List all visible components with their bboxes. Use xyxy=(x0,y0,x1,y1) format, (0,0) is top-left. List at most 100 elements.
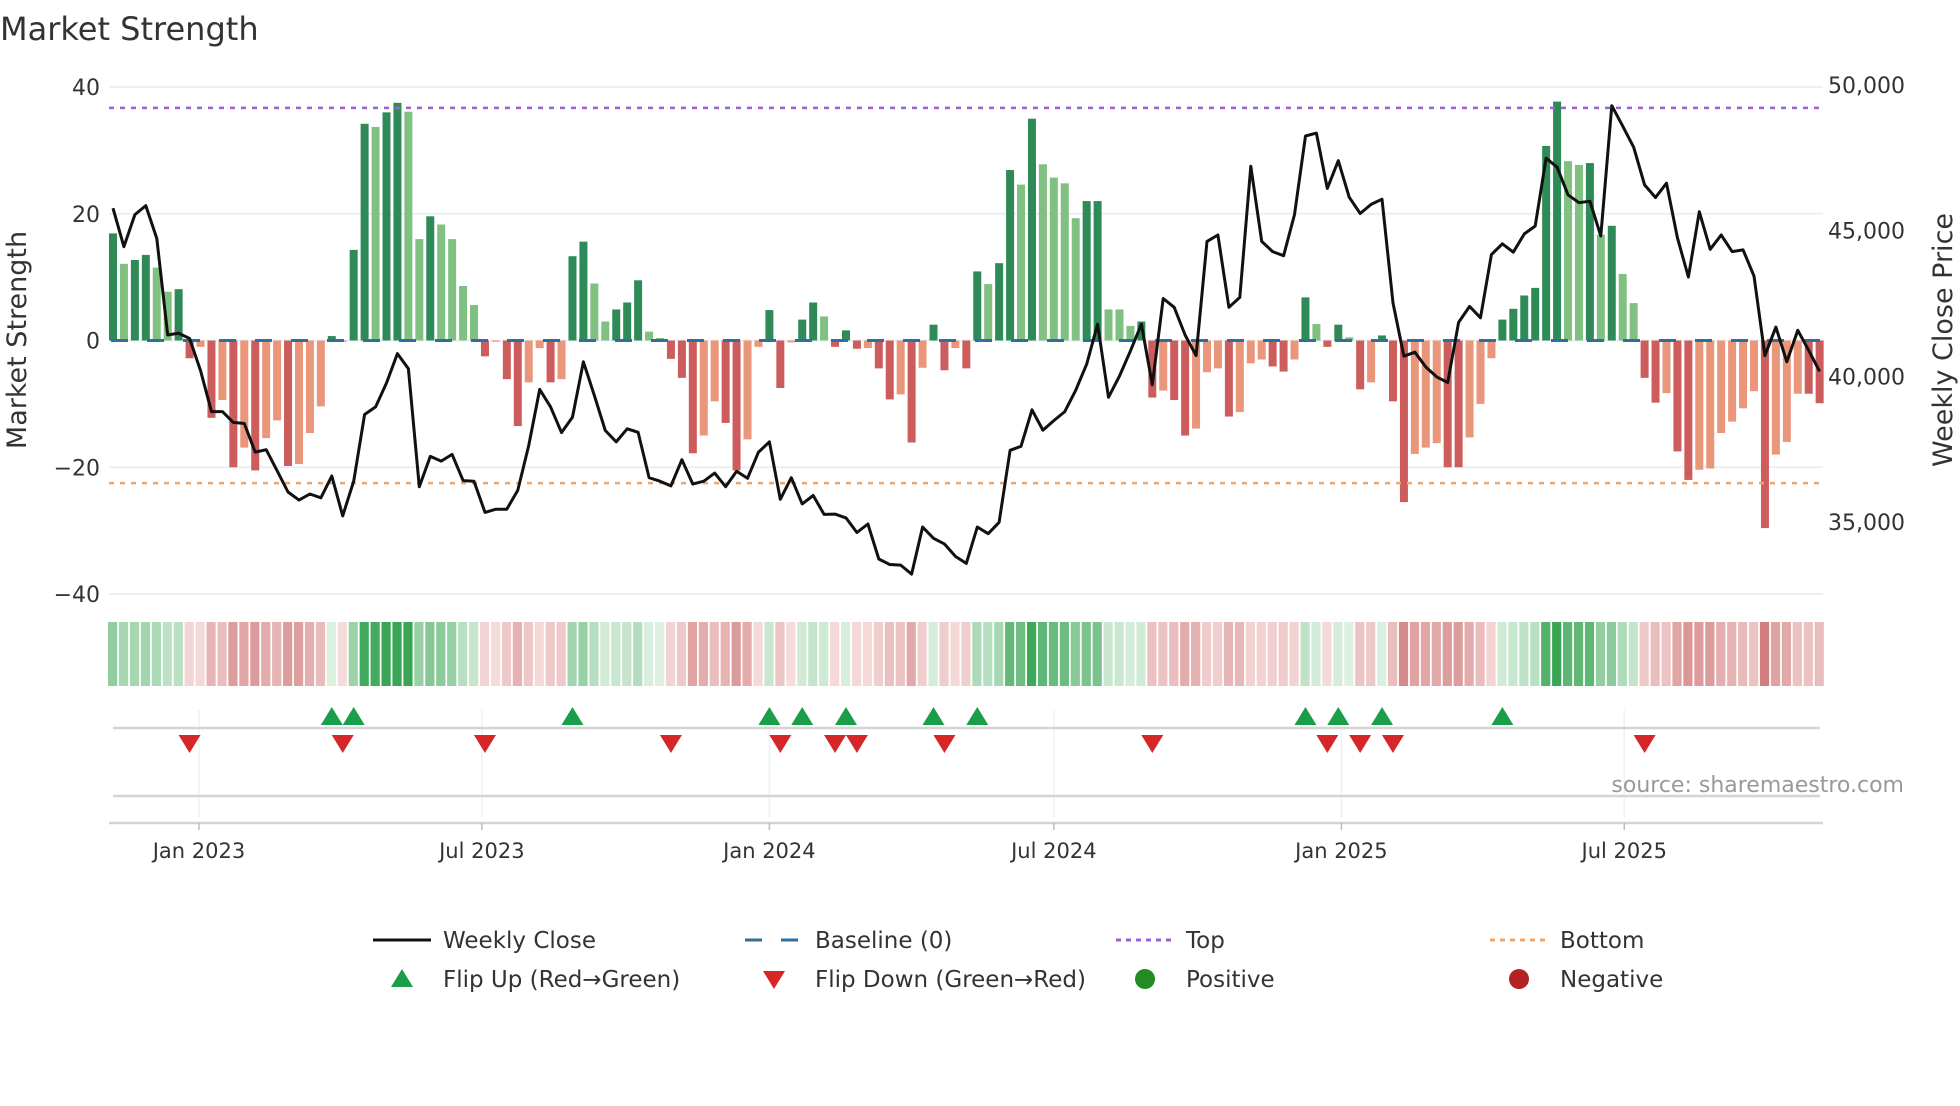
strength-bar xyxy=(1531,287,1540,341)
strip-cell xyxy=(1464,622,1474,686)
strip-cell xyxy=(1158,622,1168,686)
strip-cell xyxy=(742,622,752,686)
legend-triangle-down-icon xyxy=(763,971,785,989)
strength-bar xyxy=(995,263,1004,341)
legend-triangle-up-icon xyxy=(391,969,413,987)
strength-bar xyxy=(841,330,850,341)
strip-cell xyxy=(195,622,205,686)
strength-bar xyxy=(623,302,632,341)
strength-bar xyxy=(262,340,271,439)
strength-bar xyxy=(1235,340,1244,413)
strip-cell xyxy=(1530,622,1540,686)
strip-cell xyxy=(1749,622,1759,686)
strength-bar xyxy=(984,284,993,341)
strip-cell xyxy=(665,622,676,686)
strength-bar xyxy=(874,340,883,369)
flip-up-marker xyxy=(320,707,343,725)
strength-bar xyxy=(229,340,238,468)
strip-cell xyxy=(939,622,949,686)
x-tick-label: Jan 2025 xyxy=(1293,839,1388,863)
flip-down-marker xyxy=(1633,735,1656,753)
strip-cell xyxy=(370,622,380,686)
strip-cell xyxy=(1683,622,1693,686)
strength-bar xyxy=(1553,101,1562,341)
legend-label: Negative xyxy=(1560,967,1663,993)
strip-cell xyxy=(1519,622,1529,686)
strip-cell xyxy=(1595,622,1606,686)
strength-bar xyxy=(1520,295,1529,341)
x-tick-label: Jul 2023 xyxy=(437,839,524,863)
strip-cell xyxy=(1584,622,1595,686)
market-strength-chart: Market Strength Market Strength Weekly C… xyxy=(0,10,1959,993)
strip-cell xyxy=(1256,622,1266,686)
strip-cell xyxy=(1792,622,1802,686)
strip-cell xyxy=(698,622,708,686)
strip-cell xyxy=(479,622,490,686)
strip-cell xyxy=(687,622,698,686)
strength-bar xyxy=(524,340,533,383)
strength-bar xyxy=(491,340,500,342)
legend-label: Baseline (0) xyxy=(815,928,952,954)
strip-cell xyxy=(283,622,293,686)
y2-tick-label: 35,000 xyxy=(1828,511,1905,536)
x-tick-label: Jan 2023 xyxy=(151,839,246,863)
strip-cell xyxy=(458,622,468,686)
strip-cell xyxy=(173,622,183,686)
strip-cell xyxy=(764,622,774,686)
strength-bar xyxy=(1060,183,1069,341)
strip-cell xyxy=(994,622,1004,686)
strip-cell xyxy=(928,622,938,686)
strength-bar xyxy=(1662,340,1671,394)
strength-bar xyxy=(1279,340,1288,372)
strip-cell xyxy=(917,622,927,686)
strength-bar xyxy=(820,316,829,341)
strength-bar xyxy=(1793,340,1802,394)
strip-cell xyxy=(720,622,730,686)
strip-cell xyxy=(140,622,151,686)
strip-cell xyxy=(589,622,599,686)
strength-bar xyxy=(885,340,894,400)
strength-bar xyxy=(1181,340,1190,436)
flip-up-marker xyxy=(561,707,584,725)
source-note: source: sharemaestro.com xyxy=(1611,773,1904,798)
strip-cell xyxy=(239,622,249,686)
strip-cell xyxy=(1048,622,1059,686)
strength-bar xyxy=(1498,319,1507,341)
strip-cell xyxy=(425,622,435,686)
strength-bar xyxy=(1356,340,1365,390)
chart-title: Market Strength xyxy=(0,10,259,48)
strip-cell xyxy=(709,622,719,686)
flip-down-marker xyxy=(769,735,792,753)
strip-cell xyxy=(1026,622,1037,686)
strip-cell xyxy=(1705,622,1715,686)
strength-bar xyxy=(852,340,861,349)
legend-label: Bottom xyxy=(1560,928,1644,954)
strip-cell xyxy=(1420,622,1430,686)
strength-bar xyxy=(612,309,621,341)
y-axis-ticks: 40 20 0 −20 −40 xyxy=(54,76,100,608)
strip-cell xyxy=(972,622,982,686)
strip-cell xyxy=(1475,622,1485,686)
strip-cell xyxy=(1639,622,1649,686)
strip-cell xyxy=(1147,622,1157,686)
strip-cell xyxy=(1103,622,1113,686)
strip-cell xyxy=(1180,622,1190,686)
y-tick-label: 0 xyxy=(86,330,100,355)
strength-bar xyxy=(1760,340,1769,529)
flip-up-marker xyxy=(1491,707,1514,725)
strip-cell xyxy=(337,622,347,686)
strip-cell xyxy=(1169,622,1179,686)
strip-cell xyxy=(1136,622,1146,686)
strip-cell xyxy=(304,622,315,686)
strength-bar xyxy=(1432,340,1441,444)
strip-cell xyxy=(261,622,271,686)
strength-bar xyxy=(557,340,566,380)
strip-cell xyxy=(1191,622,1201,686)
strip-cell xyxy=(1355,622,1365,686)
strip-cell xyxy=(578,622,588,686)
strength-bar xyxy=(349,249,358,341)
flip-up-marker xyxy=(1327,707,1350,725)
strength-bar xyxy=(896,340,905,395)
strength-bar xyxy=(1093,201,1102,341)
strength-bar xyxy=(1629,303,1638,341)
